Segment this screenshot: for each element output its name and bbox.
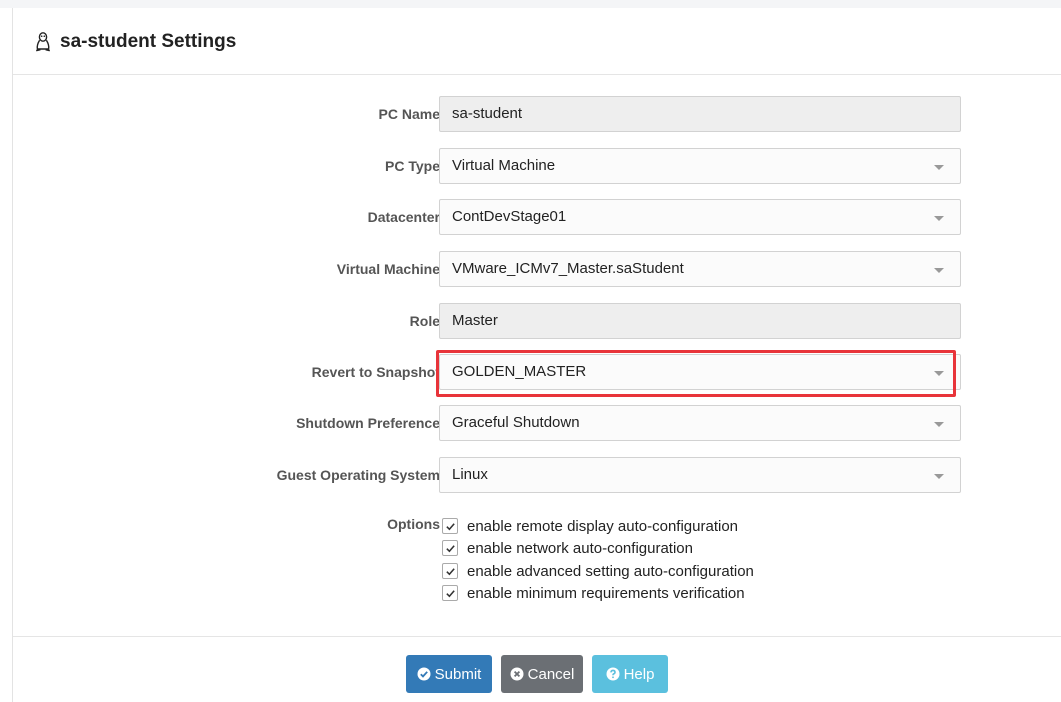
datacenter-value: ContDevStage01 xyxy=(452,208,567,225)
pc-name-value: sa-student xyxy=(452,105,523,122)
option-label: enable remote display auto-configuration xyxy=(467,517,739,535)
role-label: Role xyxy=(409,313,440,329)
role-field[interactable]: Master xyxy=(439,303,961,339)
checkbox[interactable] xyxy=(442,563,458,579)
submit-button-label: Submit xyxy=(434,665,482,683)
page-title-text: sa-student Settings xyxy=(60,31,237,52)
pc-name-label: PC Name xyxy=(378,106,440,122)
page: sa-student Settings PC Name sa-student P… xyxy=(0,0,1061,702)
form-row-pc-type: PC Type Virtual Machine xyxy=(13,148,1061,184)
option-label: enable advanced setting auto-configurati… xyxy=(467,562,754,580)
checkmark-icon xyxy=(445,567,455,575)
checkmark-icon xyxy=(445,522,455,530)
submit-button[interactable]: Submit xyxy=(406,655,492,693)
cancel-button-label: Cancel xyxy=(527,665,575,683)
datacenter-label: Datacenter xyxy=(367,209,440,225)
shutdown-preference-value: Graceful Shutdown xyxy=(452,414,580,431)
option-network[interactable]: enable network auto-configuration xyxy=(442,538,693,558)
option-advanced-setting[interactable]: enable advanced setting auto-configurati… xyxy=(442,561,754,581)
option-label: enable minimum requirements verification xyxy=(467,584,745,602)
option-label: enable network auto-configuration xyxy=(467,539,693,557)
shutdown-preference-label: Shutdown Preference xyxy=(296,415,440,431)
datacenter-select[interactable]: ContDevStage01 xyxy=(439,199,961,235)
cancel-button[interactable]: Cancel xyxy=(501,655,583,693)
form-row-role: Role Master xyxy=(13,303,1061,339)
option-minimum-requirements[interactable]: enable minimum requirements verification xyxy=(442,583,745,603)
page-title: sa-student Settings xyxy=(35,31,236,53)
chevron-down-icon xyxy=(934,371,944,376)
pc-name-field[interactable]: sa-student xyxy=(439,96,961,132)
role-value: Master xyxy=(452,312,498,329)
revert-snapshot-select[interactable]: GOLDEN_MASTER xyxy=(439,354,961,390)
form-row-pc-name: PC Name sa-student xyxy=(13,96,1061,132)
pc-type-label: PC Type xyxy=(385,158,440,174)
revert-snapshot-label: Revert to Snapshot xyxy=(311,364,440,380)
help-button[interactable]: Help xyxy=(592,655,668,693)
pc-type-select[interactable]: Virtual Machine xyxy=(439,148,961,184)
chevron-down-icon xyxy=(934,474,944,479)
chevron-down-icon xyxy=(934,268,944,273)
form-row-guest-os: Guest Operating System Linux xyxy=(13,457,1061,493)
chevron-down-icon xyxy=(934,165,944,170)
top-strip xyxy=(0,0,1061,8)
linux-icon xyxy=(35,32,51,52)
settings-panel: sa-student Settings PC Name sa-student P… xyxy=(12,8,1061,702)
pc-type-value: Virtual Machine xyxy=(452,157,556,174)
checkbox[interactable] xyxy=(442,540,458,556)
checkmark-icon xyxy=(445,589,455,597)
chevron-down-icon xyxy=(934,422,944,427)
form-row-shutdown-preference: Shutdown Preference Graceful Shutdown xyxy=(13,405,1061,441)
checkmark-icon xyxy=(445,544,455,552)
options-label: Options xyxy=(387,516,440,532)
guest-os-label: Guest Operating System xyxy=(276,467,440,483)
virtual-machine-select[interactable]: VMware_ICMv7_Master.saStudent xyxy=(439,251,961,287)
virtual-machine-value: VMware_ICMv7_Master.saStudent xyxy=(452,260,684,277)
checkbox[interactable] xyxy=(442,585,458,601)
close-circle-icon xyxy=(510,667,524,681)
panel-header: sa-student Settings xyxy=(13,8,1061,75)
guest-os-select[interactable]: Linux xyxy=(439,457,961,493)
chevron-down-icon xyxy=(934,216,944,221)
question-circle-icon xyxy=(606,667,620,681)
checkbox[interactable] xyxy=(442,518,458,534)
form-row-virtual-machine: Virtual Machine VMware_ICMv7_Master.saSt… xyxy=(13,251,1061,287)
help-button-label: Help xyxy=(623,665,655,683)
guest-os-value: Linux xyxy=(452,466,488,483)
form-row-revert-snapshot: Revert to Snapshot GOLDEN_MASTER xyxy=(13,354,1061,390)
revert-snapshot-value: GOLDEN_MASTER xyxy=(452,363,587,380)
form-row-datacenter: Datacenter ContDevStage01 xyxy=(13,199,1061,235)
check-circle-icon xyxy=(417,667,431,681)
footer-divider xyxy=(13,636,1061,637)
shutdown-preference-select[interactable]: Graceful Shutdown xyxy=(439,405,961,441)
virtual-machine-label: Virtual Machine xyxy=(336,261,440,277)
option-remote-display[interactable]: enable remote display auto-configuration xyxy=(442,516,738,536)
